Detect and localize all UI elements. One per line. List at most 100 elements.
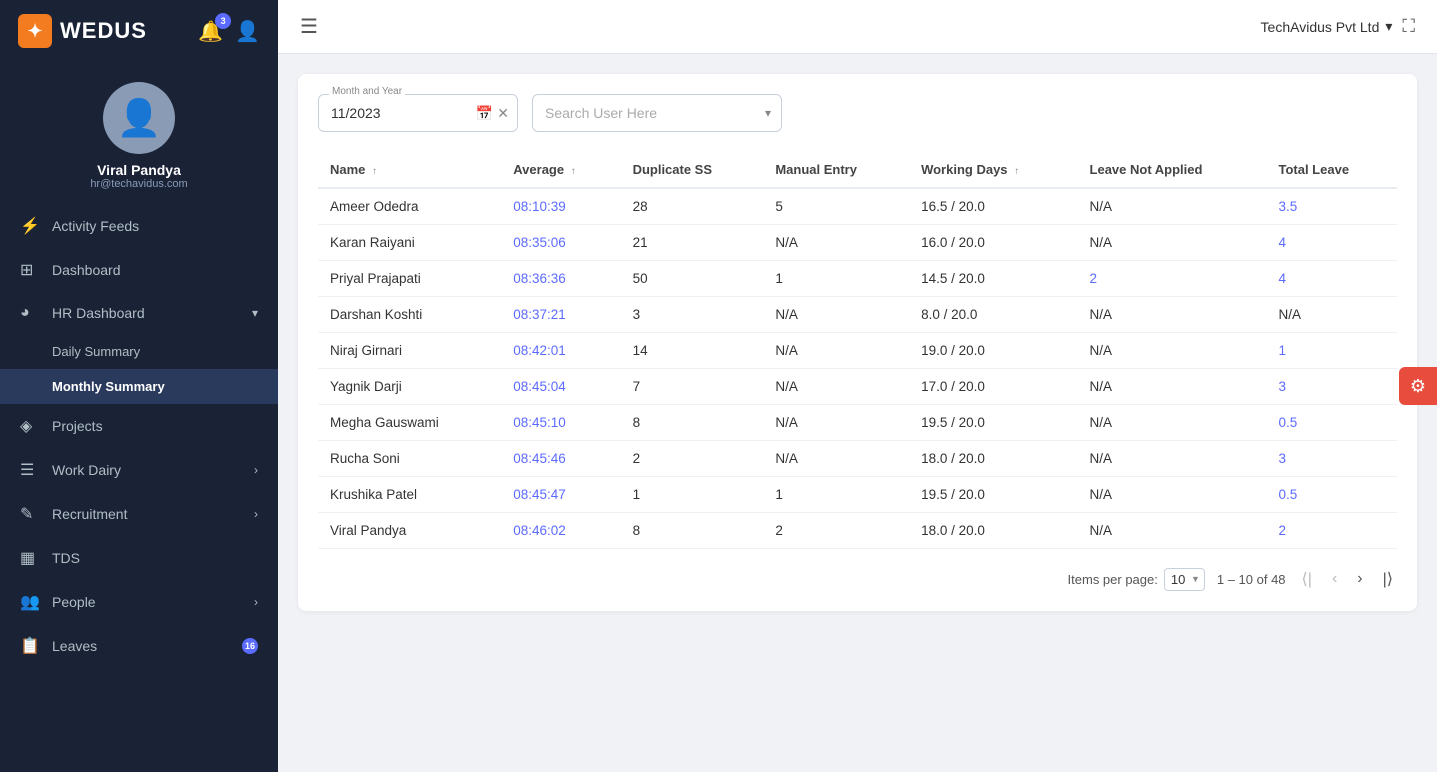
company-selector[interactable]: TechAvidus Pvt Ltd ▾ xyxy=(1261,18,1393,35)
sidebar-item-monthly-summary[interactable]: Monthly Summary xyxy=(0,369,278,404)
date-field[interactable]: Month and Year 11/2023 📅 ✕ xyxy=(318,94,518,132)
cell-average[interactable]: 08:42:01 xyxy=(501,333,620,369)
sidebar-item-label: Monthly Summary xyxy=(52,379,165,394)
sort-icon[interactable]: ↑ xyxy=(571,166,576,177)
col-duplicate-ss: Duplicate SS xyxy=(621,152,764,188)
first-page-button[interactable]: ⟨| xyxy=(1298,567,1316,591)
cell-manual-entry: 2 xyxy=(763,513,909,549)
cell-average[interactable]: 08:45:47 xyxy=(501,477,620,513)
sort-icon[interactable]: ↑ xyxy=(1014,166,1019,177)
cell-total-leave[interactable]: 0.5 xyxy=(1266,477,1397,513)
sidebar-item-people[interactable]: 👥 People › xyxy=(0,580,278,624)
table-row: Ameer Odedra 08:10:39 28 5 16.5 / 20.0 N… xyxy=(318,188,1397,225)
sidebar-item-label: People xyxy=(52,594,96,610)
cell-average[interactable]: 08:35:06 xyxy=(501,225,620,261)
cell-leave-not-applied: N/A xyxy=(1078,441,1267,477)
cell-total-leave[interactable]: 3 xyxy=(1266,369,1397,405)
dashboard-icon: ⊞ xyxy=(20,260,40,280)
cell-average[interactable]: 08:36:36 xyxy=(501,261,620,297)
sidebar-item-tds[interactable]: ▦ TDS xyxy=(0,536,278,580)
notification-badge: 3 xyxy=(215,13,231,29)
sidebar-item-activity-feeds[interactable]: ⚡ Activity Feeds xyxy=(0,204,278,248)
sidebar-item-dashboard[interactable]: ⊞ Dashboard xyxy=(0,248,278,292)
cell-name: Krushika Patel xyxy=(318,477,501,513)
topbar-left: ☰ xyxy=(300,14,318,39)
prev-page-button[interactable]: ‹ xyxy=(1328,568,1341,590)
cell-name: Niraj Girnari xyxy=(318,333,501,369)
table-header-row: Name ↑ Average ↑ Duplicate SS Manual Ent… xyxy=(318,152,1397,188)
sidebar-item-recruitment[interactable]: ✎ Recruitment › xyxy=(0,492,278,536)
cell-name: Yagnik Darji xyxy=(318,369,501,405)
cell-average[interactable]: 08:45:04 xyxy=(501,369,620,405)
cell-total-leave[interactable]: 1 xyxy=(1266,333,1397,369)
chevron-down-icon: ▾ xyxy=(765,106,771,120)
cell-leave-not-applied: N/A xyxy=(1078,477,1267,513)
next-page-button[interactable]: › xyxy=(1353,568,1366,590)
date-field-label: Month and Year xyxy=(329,86,405,97)
user-email: hr@techavidus.com xyxy=(90,178,187,190)
calendar-icon[interactable]: 📅 xyxy=(476,105,493,122)
sidebar-item-hr-dashboard[interactable]: ◕ HR Dashboard ▾ xyxy=(0,292,278,334)
cell-name: Karan Raiyani xyxy=(318,225,501,261)
main-area: ☰ TechAvidus Pvt Ltd ▾ ⛶ Month and Year … xyxy=(278,0,1437,772)
work-dairy-icon: ☰ xyxy=(20,460,40,480)
cell-average[interactable]: 08:45:10 xyxy=(501,405,620,441)
sidebar-item-work-dairy[interactable]: ☰ Work Dairy › xyxy=(0,448,278,492)
settings-fab[interactable]: ⚙ xyxy=(1399,367,1437,405)
cell-duplicate-ss: 21 xyxy=(621,225,764,261)
page-info: 1 – 10 of 48 xyxy=(1217,572,1286,587)
cell-total-leave[interactable]: 4 xyxy=(1266,225,1397,261)
profile-icon-button[interactable]: 👤 xyxy=(235,19,260,44)
sidebar-item-leaves[interactable]: 📋 Leaves 16 xyxy=(0,624,278,668)
hamburger-button[interactable]: ☰ xyxy=(300,14,318,39)
people-icon: 👥 xyxy=(20,592,40,612)
leaves-icon: 📋 xyxy=(20,636,40,656)
cell-name: Megha Gauswami xyxy=(318,405,501,441)
tds-icon: ▦ xyxy=(20,548,40,568)
per-page-select[interactable]: 10 25 50 xyxy=(1164,568,1205,591)
cell-total-leave[interactable]: 4 xyxy=(1266,261,1397,297)
sidebar-item-projects[interactable]: ◈ Projects xyxy=(0,404,278,448)
cell-average[interactable]: 08:46:02 xyxy=(501,513,620,549)
cell-average[interactable]: 08:10:39 xyxy=(501,188,620,225)
cell-working-days: 19.0 / 20.0 xyxy=(909,333,1077,369)
cell-duplicate-ss: 7 xyxy=(621,369,764,405)
cell-total-leave: N/A xyxy=(1266,297,1397,333)
cell-duplicate-ss: 1 xyxy=(621,477,764,513)
cell-manual-entry: 1 xyxy=(763,261,909,297)
cell-duplicate-ss: 8 xyxy=(621,513,764,549)
cell-working-days: 17.0 / 20.0 xyxy=(909,369,1077,405)
cell-working-days: 16.5 / 20.0 xyxy=(909,188,1077,225)
cell-total-leave[interactable]: 3.5 xyxy=(1266,188,1397,225)
notification-button[interactable]: 🔔 3 xyxy=(198,19,223,44)
cell-working-days: 19.5 / 20.0 xyxy=(909,405,1077,441)
last-page-button[interactable]: |⟩ xyxy=(1379,567,1397,591)
cell-average[interactable]: 08:37:21 xyxy=(501,297,620,333)
table-row: Priyal Prajapati 08:36:36 50 1 14.5 / 20… xyxy=(318,261,1397,297)
logo-text: WEDUS xyxy=(60,18,147,44)
cell-manual-entry: N/A xyxy=(763,441,909,477)
cell-manual-entry: N/A xyxy=(763,333,909,369)
search-user-field[interactable]: Search User Here ▾ xyxy=(532,94,782,132)
cell-leave-not-applied: N/A xyxy=(1078,369,1267,405)
sort-icon[interactable]: ↑ xyxy=(372,166,377,177)
clear-date-button[interactable]: ✕ xyxy=(497,105,509,122)
cell-leave-not-applied[interactable]: 2 xyxy=(1078,261,1267,297)
sidebar-item-label: Work Dairy xyxy=(52,462,121,478)
cell-name: Rucha Soni xyxy=(318,441,501,477)
cell-total-leave[interactable]: 2 xyxy=(1266,513,1397,549)
cell-manual-entry: N/A xyxy=(763,369,909,405)
cell-leave-not-applied: N/A xyxy=(1078,513,1267,549)
col-leave-not-applied: Leave Not Applied xyxy=(1078,152,1267,188)
cell-manual-entry: N/A xyxy=(763,225,909,261)
sidebar-item-label: Daily Summary xyxy=(52,344,140,359)
cell-duplicate-ss: 28 xyxy=(621,188,764,225)
topbar-right: TechAvidus Pvt Ltd ▾ ⛶ xyxy=(1261,16,1415,37)
cell-average[interactable]: 08:45:46 xyxy=(501,441,620,477)
cell-leave-not-applied: N/A xyxy=(1078,188,1267,225)
cell-total-leave[interactable]: 0.5 xyxy=(1266,405,1397,441)
cell-total-leave[interactable]: 3 xyxy=(1266,441,1397,477)
table-row: Yagnik Darji 08:45:04 7 N/A 17.0 / 20.0 … xyxy=(318,369,1397,405)
fullscreen-button[interactable]: ⛶ xyxy=(1402,16,1415,37)
sidebar-item-daily-summary[interactable]: Daily Summary xyxy=(0,334,278,369)
